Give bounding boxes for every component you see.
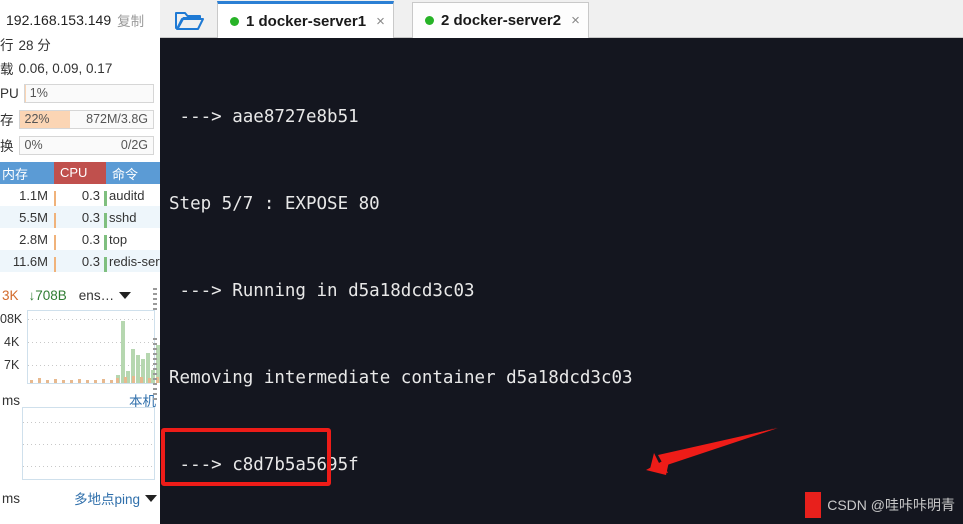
network-download-value: 708B bbox=[35, 287, 67, 303]
loadavg-label: 载 bbox=[0, 62, 14, 77]
cpu-meter: 1% bbox=[23, 83, 154, 103]
server-monitor-sidebar: 192.168.153.149 复制 行 28 分 载 0.06, 0.09, … bbox=[0, 0, 160, 524]
tab-docker-server1[interactable]: 1 docker-server1 × bbox=[217, 1, 394, 38]
memory-detail: 872M/3.8G bbox=[86, 111, 148, 126]
sidebar-scroll-indicator[interactable] bbox=[153, 288, 157, 310]
terminal-line: Removing intermediate container d5a18dcd… bbox=[169, 368, 633, 388]
ping-latency-chart bbox=[22, 407, 155, 480]
memory-meter-row: 存 22% 872M/3.8G bbox=[0, 106, 160, 132]
cell-memory: 11.6M bbox=[12, 253, 48, 269]
network-chart-region: 08K 4K 7K bbox=[0, 310, 160, 388]
loadavg-value: 0.06, 0.09, 0.17 bbox=[18, 60, 113, 76]
screenshot-root: 192.168.153.149 复制 行 28 分 载 0.06, 0.09, … bbox=[0, 0, 963, 524]
cell-cpu: 0.3 bbox=[52, 188, 107, 206]
network-summary-row: 3K ↓ 708B ens… bbox=[0, 282, 160, 308]
cpu-label: PU bbox=[0, 85, 19, 101]
terminal-text: ---> aae8727e8b51 Step 5/7 : EXPOSE 80 -… bbox=[169, 45, 675, 524]
watermark-text: CSDN @哇咔咔明青 bbox=[827, 497, 955, 513]
cpu-meter-row: PU 1% bbox=[0, 80, 160, 106]
memory-meter: 22% 872M/3.8G bbox=[18, 109, 154, 129]
swap-detail: 0/2G bbox=[120, 137, 148, 152]
cell-command: top bbox=[109, 231, 128, 247]
tab-docker-server2[interactable]: 2 docker-server2 × bbox=[412, 2, 589, 38]
network-interface-select[interactable]: ens… bbox=[79, 288, 114, 303]
swap-percent: 0% bbox=[24, 137, 43, 152]
copy-ip-button[interactable]: 复制 bbox=[117, 10, 144, 30]
ping-chart-footer: ms 多地点ping bbox=[2, 486, 157, 510]
session-connected-icon bbox=[425, 16, 434, 25]
terminal-line: ---> aae8727e8b51 bbox=[169, 107, 359, 127]
tab-label: 1 docker-server1 bbox=[246, 12, 367, 30]
network-throughput-chart bbox=[27, 310, 160, 384]
terminal-line: Step 5/7 : EXPOSE 80 bbox=[169, 194, 380, 214]
cell-memory: 5.5M bbox=[19, 209, 48, 225]
swap-meter: 0% 0/2G bbox=[18, 135, 154, 155]
host-ip-value: 192.168.153.149 bbox=[6, 12, 112, 28]
swap-label: 换 bbox=[0, 139, 14, 154]
process-table-header: 内存 CPU 命令 bbox=[0, 162, 160, 184]
tab-label: 2 docker-server2 bbox=[441, 12, 562, 29]
table-row[interactable]: 11.6M 0.3 redis-serv bbox=[0, 250, 160, 272]
terminal-output-pane[interactable]: ---> aae8727e8b51 Step 5/7 : EXPOSE 80 -… bbox=[160, 38, 963, 524]
ping-latency-unit: ms bbox=[2, 490, 20, 506]
cell-memory: 2.8M bbox=[19, 231, 48, 247]
table-row[interactable]: 2.8M 0.3 top bbox=[0, 228, 160, 250]
uptime-value: 28 分 bbox=[18, 38, 51, 53]
network-latency-unit: ms bbox=[2, 392, 20, 408]
watermark-block-icon bbox=[805, 492, 822, 518]
close-icon[interactable]: × bbox=[571, 12, 580, 29]
uptime-row: 行 28 分 bbox=[0, 32, 160, 56]
cell-cpu: 0.3 bbox=[52, 232, 107, 250]
swap-meter-row: 换 0% 0/2G bbox=[0, 132, 160, 158]
cell-command: redis-serv bbox=[109, 253, 160, 269]
close-icon[interactable]: × bbox=[376, 13, 385, 30]
watermark: CSDN @哇咔咔明青 bbox=[805, 492, 955, 518]
host-ip-row: 192.168.153.149 复制 bbox=[0, 8, 160, 32]
col-header-memory[interactable]: 内存 bbox=[0, 164, 54, 183]
uptime-label: 行 bbox=[0, 38, 14, 53]
chevron-down-icon[interactable] bbox=[145, 494, 157, 502]
folder-open-icon[interactable] bbox=[165, 3, 213, 36]
network-ytick-2: 4K bbox=[4, 335, 20, 349]
memory-percent: 22% bbox=[24, 111, 50, 126]
cpu-meter-fill bbox=[24, 84, 27, 102]
cpu-percent: 1% bbox=[29, 85, 48, 100]
network-upload-value: 3K bbox=[2, 287, 19, 303]
chevron-down-icon[interactable] bbox=[119, 291, 132, 299]
table-row[interactable]: 1.1M 0.3 auditd bbox=[0, 184, 160, 206]
col-header-command[interactable]: 命令 bbox=[106, 164, 160, 183]
cell-command: auditd bbox=[109, 187, 145, 203]
col-header-cpu[interactable]: CPU bbox=[54, 162, 106, 184]
session-connected-icon bbox=[230, 16, 239, 26]
table-row[interactable]: 5.5M 0.3 sshd bbox=[0, 206, 160, 228]
network-download-icon: ↓ bbox=[28, 287, 36, 303]
cell-command: sshd bbox=[109, 209, 137, 225]
cell-cpu: 0.3 bbox=[52, 254, 107, 272]
ping-scope-select[interactable]: 多地点ping bbox=[74, 488, 140, 508]
terminal-tabbar: 1 docker-server1 × 2 docker-server2 × bbox=[160, 0, 963, 38]
memory-label: 存 bbox=[0, 113, 14, 128]
sidebar-scroll-indicator[interactable] bbox=[153, 338, 157, 400]
cell-cpu: 0.3 bbox=[52, 210, 107, 228]
network-ytick-1: 08K bbox=[0, 312, 23, 326]
loadavg-row: 载 0.06, 0.09, 0.17 bbox=[0, 56, 160, 80]
network-ytick-3: 7K bbox=[4, 358, 20, 372]
terminal-line: ---> Running in d5a18dcd3c03 bbox=[169, 281, 475, 301]
cell-memory: 1.1M bbox=[19, 187, 48, 203]
terminal-line: ---> c8d7b5a5695f bbox=[169, 455, 359, 475]
